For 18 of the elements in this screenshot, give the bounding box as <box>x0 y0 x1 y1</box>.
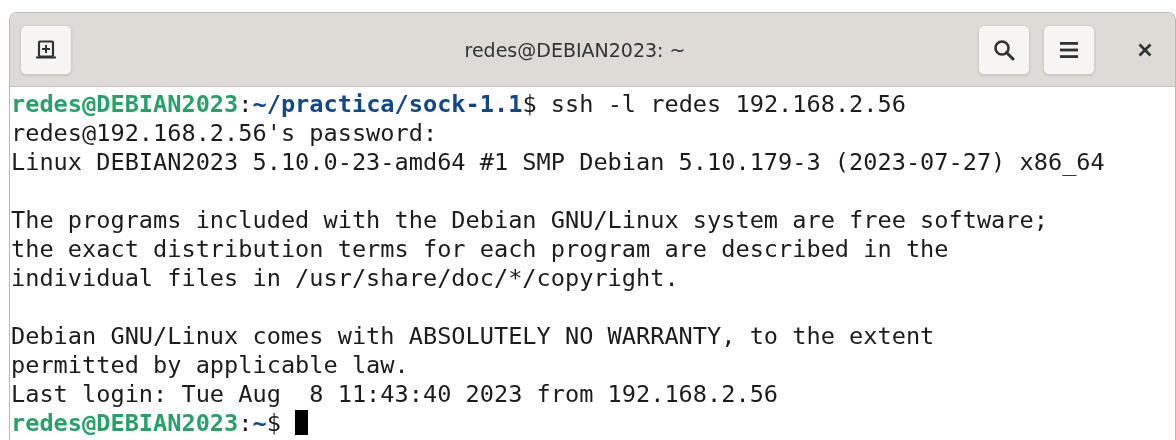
search-button[interactable] <box>978 24 1030 75</box>
new-tab-button[interactable] <box>20 24 72 75</box>
output-line: The programs included with the Debian GNU/Linux system are free software; <box>11 206 1049 235</box>
output-line: Debian GNU/Linux comes with ABSOLUTELY NO WARRANTY, to the extent <box>11 322 936 351</box>
menu-button[interactable] <box>1043 24 1095 75</box>
menu-icon <box>1060 41 1078 58</box>
output-line: permitted by applicable law. <box>11 351 410 380</box>
search-icon <box>993 38 1015 61</box>
prompt-line: redes@DEBIAN2023:~/practica/sock-1.1$ ssh -l redes 192.168.2.56 <box>11 90 907 119</box>
output-line: Linux DEBIAN2023 5.10.0-23-amd64 #1 SMP Debian 5.10.179-3 (2023-07-27) x86_64 <box>11 148 1106 177</box>
new-tab-icon <box>35 39 57 60</box>
output-line: Last login: Tue Aug 8 11:43:40 2023 from 192.168.2.56 <box>11 380 780 409</box>
close-icon <box>1138 42 1152 57</box>
window-title: redes@DEBIAN2023: ~ <box>463 38 687 61</box>
prompt-line: redes@DEBIAN2023:~$ <box>11 409 1175 438</box>
output-line: the exact distribution terms for each program are described in the <box>11 235 950 264</box>
output-line: redes@192.168.2.56's password: <box>11 119 439 148</box>
output-line: individual files in /usr/share/doc/*/copyright. <box>11 264 680 293</box>
